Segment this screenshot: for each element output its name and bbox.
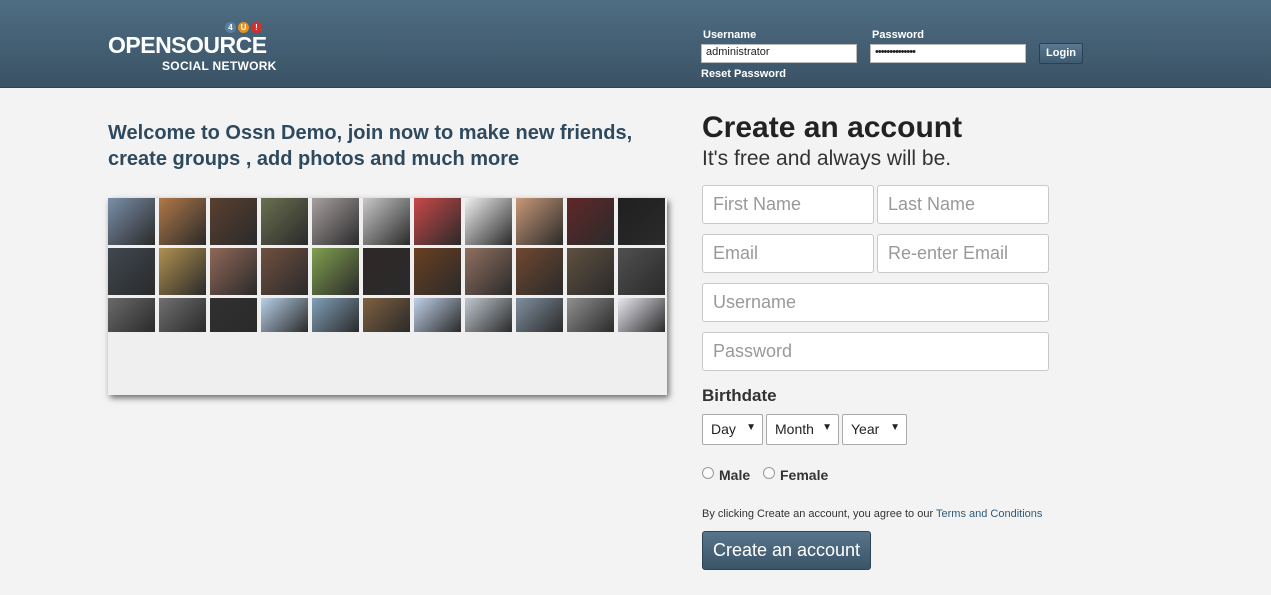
member-avatar[interactable] — [567, 198, 614, 245]
member-avatar[interactable] — [159, 248, 206, 295]
member-avatar[interactable] — [465, 248, 512, 295]
password-input[interactable]: Password — [702, 332, 1049, 371]
email-input[interactable]: Email — [702, 234, 874, 273]
gender-male-radio[interactable] — [702, 467, 714, 479]
member-avatar[interactable] — [210, 298, 257, 332]
terms-prefix-text: By clicking Create an account, you agree… — [702, 508, 936, 520]
member-avatar[interactable] — [363, 298, 410, 332]
birth-day-value: Day — [711, 421, 736, 437]
member-avatar[interactable] — [516, 298, 563, 332]
logo-sub-text: SOCIAL NETWORK — [162, 59, 277, 73]
member-avatar[interactable] — [261, 248, 308, 295]
last-name-input[interactable]: Last Name — [877, 185, 1049, 224]
terms-link[interactable]: Terms and Conditions — [936, 508, 1042, 520]
login-password-label: Password — [872, 29, 924, 41]
member-avatar[interactable] — [363, 248, 410, 295]
member-avatar[interactable] — [261, 298, 308, 332]
gender-female-radio[interactable] — [763, 467, 775, 479]
birth-year-value: Year — [851, 421, 880, 437]
member-avatar[interactable] — [414, 248, 461, 295]
login-username-label: Username — [703, 29, 757, 41]
member-avatar[interactable] — [108, 248, 155, 295]
signup-subtitle: It's free and always will be. — [702, 147, 952, 170]
member-photo-grid — [108, 198, 667, 345]
reenter-email-input[interactable]: Re-enter Email — [877, 234, 1049, 273]
birth-year-select[interactable]: Year ▼ — [842, 414, 907, 445]
member-avatar[interactable] — [210, 248, 257, 295]
login-button[interactable]: Login — [1039, 43, 1083, 64]
member-avatar[interactable] — [159, 298, 206, 332]
create-account-button[interactable]: Create an account — [702, 531, 871, 570]
birth-month-select[interactable]: Month ▼ — [766, 414, 839, 445]
first-name-input[interactable]: First Name — [702, 185, 874, 224]
member-avatar[interactable] — [363, 198, 410, 245]
member-avatar[interactable] — [108, 198, 155, 245]
member-avatar[interactable] — [261, 198, 308, 245]
login-password-input[interactable]: •••••••••••••• — [870, 44, 1026, 63]
birth-month-value: Month — [775, 421, 814, 437]
member-avatar[interactable] — [414, 198, 461, 245]
member-avatar[interactable] — [465, 198, 512, 245]
gender-female-label: Female — [780, 467, 829, 483]
gender-male-label: Male — [719, 467, 751, 483]
birthdate-label: Birthdate — [702, 386, 777, 405]
chevron-down-icon: ▼ — [890, 422, 900, 433]
welcome-text: Welcome to Ossn Demo, join now to make n… — [108, 122, 633, 170]
member-avatar[interactable] — [312, 248, 359, 295]
member-avatar[interactable] — [516, 198, 563, 245]
member-avatar[interactable] — [516, 248, 563, 295]
top-bar: 4 U ! OPENSOURCE SOCIAL NETWORK Username… — [0, 0, 1271, 88]
birth-day-select[interactable]: Day ▼ — [702, 414, 763, 445]
member-avatar[interactable] — [567, 248, 614, 295]
member-avatar[interactable] — [465, 298, 512, 332]
member-avatar[interactable] — [312, 198, 359, 245]
chevron-down-icon: ▼ — [746, 422, 756, 433]
username-input[interactable]: Username — [702, 283, 1049, 322]
member-avatar[interactable] — [618, 248, 665, 295]
member-avatar[interactable] — [108, 298, 155, 332]
member-photo-panel — [108, 198, 667, 395]
member-avatar[interactable] — [618, 298, 665, 332]
member-avatar[interactable] — [312, 298, 359, 332]
site-logo[interactable]: 4 U ! OPENSOURCE SOCIAL NETWORK — [108, 20, 278, 76]
reset-password-link[interactable]: Reset Password — [701, 68, 786, 80]
member-avatar[interactable] — [210, 198, 257, 245]
terms-notice: By clicking Create an account, you agree… — [702, 508, 1042, 520]
member-avatar[interactable] — [567, 298, 614, 332]
member-avatar[interactable] — [618, 198, 665, 245]
signup-title: Create an account — [702, 111, 963, 144]
member-avatar[interactable] — [159, 198, 206, 245]
logo-main-text: OPENSOURCE — [108, 32, 267, 58]
member-avatar[interactable] — [414, 298, 461, 332]
chevron-down-icon: ▼ — [822, 422, 832, 433]
login-username-input[interactable]: administrator — [701, 44, 857, 63]
